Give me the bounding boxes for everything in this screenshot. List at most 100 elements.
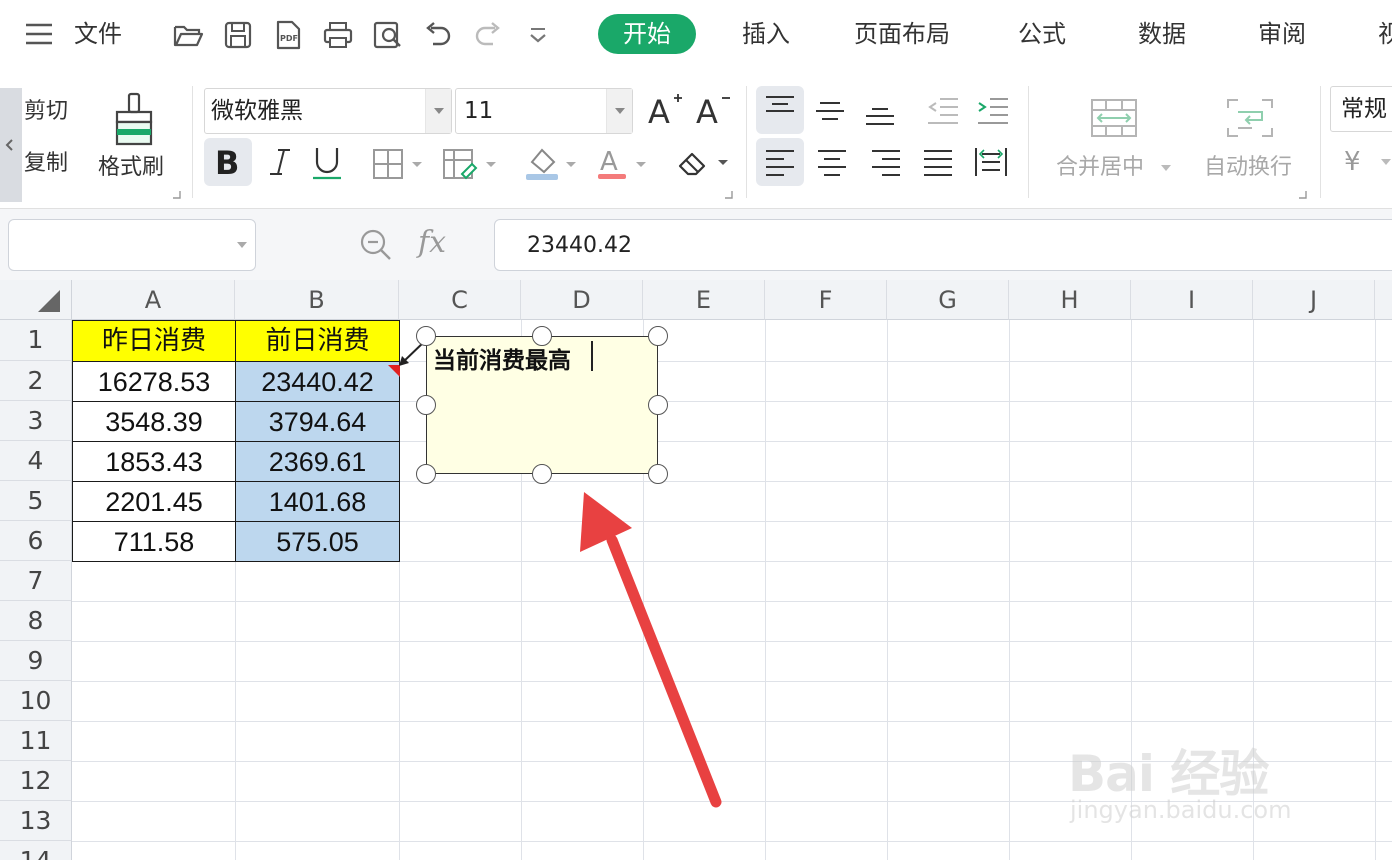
clipboard-launcher-icon[interactable] [172, 190, 182, 200]
row-header-1[interactable]: 1 [0, 320, 72, 361]
row-header-4[interactable]: 4 [0, 441, 72, 481]
formula-input[interactable]: 23440.42 [494, 219, 1392, 271]
currency-format-button[interactable]: ¥ [1344, 148, 1361, 176]
align-middle-icon[interactable] [814, 100, 846, 130]
column-header-j[interactable]: J [1253, 280, 1375, 320]
save-icon[interactable] [221, 18, 255, 52]
fill-color-icon[interactable] [524, 144, 580, 182]
select-all-corner[interactable] [0, 280, 72, 320]
row-header-12[interactable]: 12 [0, 761, 72, 801]
chevron-down-icon[interactable] [425, 89, 451, 133]
file-menu[interactable]: 文件 [74, 18, 122, 50]
tab-formulas[interactable]: 公式 [1018, 18, 1066, 50]
cell-a2[interactable]: 16278.53 [72, 361, 236, 402]
align-top-icon[interactable] [764, 94, 796, 124]
justify-icon[interactable] [922, 148, 954, 178]
row-header-14[interactable]: 14 [0, 841, 72, 860]
underline-icon[interactable] [310, 144, 344, 182]
cell-b6[interactable]: 575.05 [235, 521, 400, 562]
font-name-select[interactable]: 微软雅黑 [204, 88, 452, 134]
column-header-a[interactable]: A [72, 280, 235, 320]
merge-center-button[interactable]: 合并居中 [1056, 154, 1144, 182]
cell-b3[interactable]: 3794.64 [235, 401, 400, 442]
more-dropdown-icon[interactable] [521, 18, 555, 52]
column-header-g[interactable]: G [887, 280, 1009, 320]
cell-a4[interactable]: 1853.43 [72, 441, 236, 482]
cell-b4[interactable]: 2369.61 [235, 441, 400, 482]
align-left-icon[interactable] [764, 148, 796, 178]
alignment-launcher-icon[interactable] [1298, 190, 1308, 200]
resize-handle-bottom[interactable] [532, 464, 552, 484]
resize-handle-right[interactable] [648, 395, 668, 415]
row-header-7[interactable]: 7 [0, 561, 72, 601]
chevron-down-icon[interactable] [606, 89, 632, 133]
export-pdf-icon[interactable]: PDF [271, 18, 305, 52]
comment-textbox[interactable]: 当前消费最高 [426, 336, 658, 474]
column-header-i[interactable]: I [1131, 280, 1253, 320]
copy-button[interactable]: 复制 [24, 150, 68, 178]
clear-format-icon[interactable] [676, 146, 732, 180]
row-header-8[interactable]: 8 [0, 601, 72, 641]
increase-indent-icon[interactable] [976, 96, 1010, 126]
align-bottom-icon[interactable] [864, 102, 896, 132]
align-center-icon[interactable] [816, 148, 848, 178]
cell-a5[interactable]: 2201.45 [72, 481, 236, 522]
row-header-10[interactable]: 10 [0, 681, 72, 721]
cell-b1[interactable]: 前日消费 [235, 320, 400, 362]
decrease-indent-icon[interactable] [926, 96, 960, 126]
tab-page-layout[interactable]: 页面布局 [854, 18, 950, 50]
fx-label[interactable]: fx [418, 223, 446, 263]
wrap-text-icon[interactable] [1226, 98, 1274, 138]
column-header-c[interactable]: C [399, 280, 521, 320]
chevron-down-icon[interactable] [1380, 158, 1392, 166]
open-folder-icon[interactable] [171, 18, 205, 52]
merge-center-icon[interactable] [1090, 98, 1138, 138]
format-painter-label[interactable]: 格式刷 [98, 154, 164, 182]
tab-view[interactable]: 视 [1378, 18, 1392, 50]
font-color-icon[interactable]: A [596, 144, 652, 182]
align-right-icon[interactable] [870, 148, 902, 178]
undo-icon[interactable] [421, 18, 455, 52]
print-icon[interactable] [321, 18, 355, 52]
row-header-6[interactable]: 6 [0, 521, 72, 561]
row-header-9[interactable]: 9 [0, 641, 72, 681]
resize-handle-top-left[interactable] [416, 326, 436, 346]
tab-insert[interactable]: 插入 [742, 18, 790, 50]
comment-text[interactable]: 当前消费最高 [433, 341, 571, 375]
cell-b5[interactable]: 1401.68 [235, 481, 400, 522]
tab-data[interactable]: 数据 [1138, 18, 1186, 50]
column-header-b[interactable]: B [235, 280, 399, 320]
print-preview-icon[interactable] [371, 18, 405, 52]
cut-button[interactable]: 剪切 [24, 98, 68, 126]
column-header-h[interactable]: H [1009, 280, 1131, 320]
row-header-2[interactable]: 2 [0, 361, 72, 401]
column-header-k[interactable] [1375, 280, 1392, 320]
italic-icon[interactable] [266, 144, 294, 180]
column-header-d[interactable]: D [521, 280, 643, 320]
hamburger-menu-icon[interactable] [24, 22, 54, 46]
resize-handle-left[interactable] [416, 395, 436, 415]
cell-a3[interactable]: 3548.39 [72, 401, 236, 442]
redo-icon[interactable] [471, 18, 505, 52]
cell-a1[interactable]: 昨日消费 [72, 320, 236, 362]
row-header-13[interactable]: 13 [0, 801, 72, 841]
font-launcher-icon[interactable] [724, 190, 734, 200]
borders-icon[interactable] [372, 148, 424, 180]
tab-start[interactable]: 开始 [598, 14, 696, 54]
row-header-3[interactable]: 3 [0, 401, 72, 441]
cell-a6[interactable]: 711.58 [72, 521, 236, 562]
chevron-down-icon[interactable] [237, 242, 247, 248]
resize-handle-top[interactable] [532, 326, 552, 346]
bold-icon[interactable]: B [212, 144, 246, 180]
column-header-f[interactable]: F [765, 280, 887, 320]
tab-review[interactable]: 审阅 [1258, 18, 1306, 50]
resize-handle-top-right[interactable] [648, 326, 668, 346]
wrap-text-button[interactable]: 自动换行 [1204, 154, 1292, 182]
cell-b2[interactable]: 23440.42 [235, 361, 400, 402]
cell-style-icon[interactable] [442, 148, 498, 182]
name-box[interactable] [8, 219, 256, 271]
distributed-align-icon[interactable] [974, 146, 1008, 178]
zoom-formula-icon[interactable] [358, 227, 394, 263]
row-header-11[interactable]: 11 [0, 721, 72, 761]
font-size-select[interactable]: 11 [455, 88, 633, 134]
